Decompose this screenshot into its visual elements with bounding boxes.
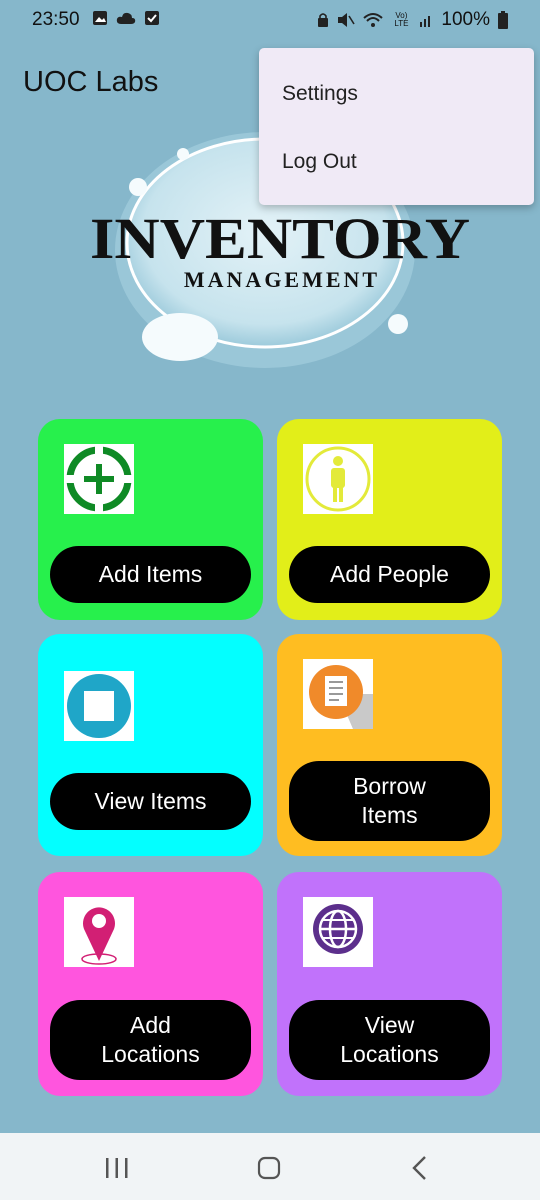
menu-item-settings[interactable]: Settings (282, 82, 358, 106)
recent-apps-icon[interactable] (104, 1157, 130, 1179)
document-list-icon (303, 659, 373, 729)
menu-item-log-out[interactable]: Log Out (282, 150, 357, 174)
overflow-menu: Settings Log Out (259, 48, 534, 205)
back-icon[interactable] (410, 1155, 430, 1181)
cloud-icon (116, 12, 136, 24)
signal-icon (420, 16, 431, 27)
battery-percent: 100% (441, 9, 490, 30)
volte-icon: Vo) LTE (394, 11, 409, 28)
map-pin-icon (64, 897, 134, 967)
lock-icon (318, 13, 329, 27)
navigation-bar (0, 1133, 540, 1200)
tile-borrow-items[interactable]: Borrow Items (277, 634, 502, 856)
globe-icon (303, 897, 373, 967)
tile-view-items[interactable]: View Items (38, 634, 263, 856)
home-icon[interactable] (257, 1156, 281, 1180)
add-locations-button[interactable]: Add Locations (50, 1000, 251, 1080)
wifi-icon (363, 13, 384, 27)
person-icon (303, 444, 373, 514)
tile-add-locations[interactable]: Add Locations (38, 872, 263, 1096)
banner-title: INVENTORY (90, 206, 470, 271)
status-bar: 23:50 Vo) LTE 100% (0, 0, 540, 40)
add-circle-icon (64, 444, 134, 514)
status-time: 23:50 (32, 9, 80, 30)
image-icon (93, 11, 107, 25)
add-items-button[interactable]: Add Items (50, 546, 251, 603)
checkbox-icon (145, 11, 159, 25)
mute-icon (338, 13, 356, 27)
app-title: UOC Labs (23, 66, 159, 98)
view-locations-button[interactable]: View Locations (289, 1000, 490, 1080)
view-items-button[interactable]: View Items (50, 773, 251, 830)
tile-add-items[interactable]: Add Items (38, 419, 263, 620)
stop-square-icon (64, 671, 134, 741)
add-people-button[interactable]: Add People (289, 546, 490, 603)
banner-subtitle: MANAGEMENT (184, 267, 380, 292)
battery-icon (498, 11, 508, 29)
borrow-items-button[interactable]: Borrow Items (289, 761, 490, 841)
tile-add-people[interactable]: Add People (277, 419, 502, 620)
tile-view-locations[interactable]: View Locations (277, 872, 502, 1096)
